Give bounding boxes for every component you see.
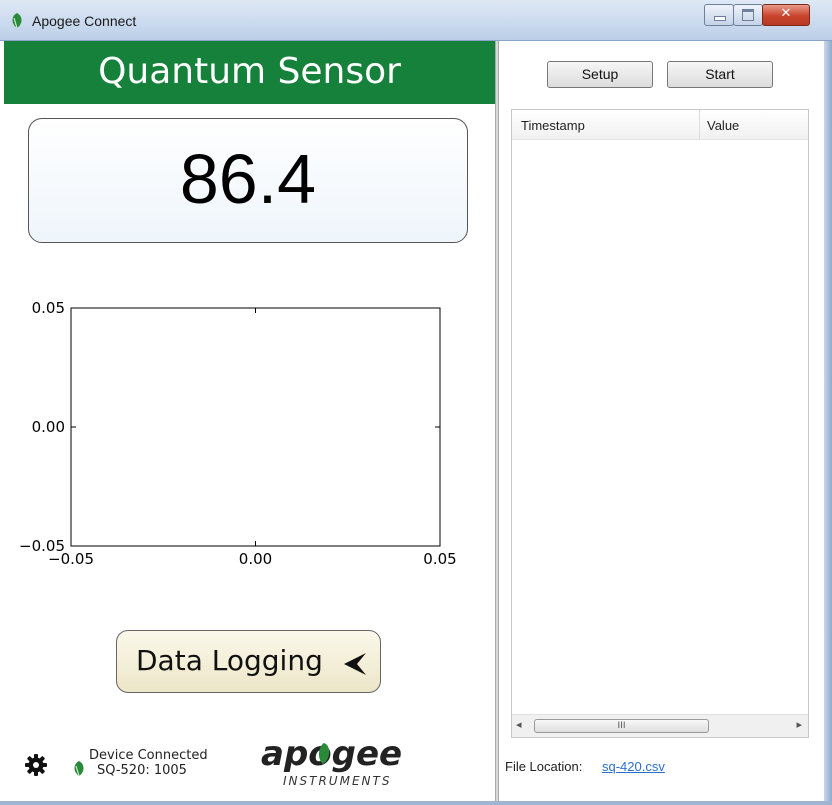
file-location-label: File Location: (505, 759, 583, 774)
scroll-right-icon[interactable]: ▸ (796, 718, 802, 731)
scroll-thumb-grip: III (617, 721, 626, 731)
x-tick-label: 0.05 (423, 550, 456, 568)
right-pane: Setup Start Timestamp Value ◂ III ▸ File… (499, 41, 824, 801)
close-button[interactable]: ✕ (762, 4, 810, 26)
file-location-link[interactable]: sq-420.csv (602, 759, 665, 774)
leaf-icon (12, 13, 22, 29)
y-tick-label: 0.05 (32, 299, 65, 317)
maximize-icon (742, 9, 754, 21)
start-button[interactable]: Start (667, 61, 773, 88)
minimize-button[interactable] (704, 4, 734, 26)
device-id: SQ-520: 1005 (97, 763, 187, 778)
chart-plot-area (70, 307, 441, 547)
reading-value: 86.4 (179, 140, 317, 218)
device-status: Device Connected SQ-520: 1005 (89, 748, 208, 778)
maximize-button[interactable] (733, 4, 763, 26)
window-titlebar[interactable]: Apogee Connect ✕ (0, 0, 832, 41)
data-logging-label: Data Logging (136, 644, 323, 677)
sensor-banner: Quantum Sensor (4, 41, 495, 104)
leaf-icon (74, 761, 84, 777)
data-table[interactable]: Timestamp Value ◂ III ▸ (511, 109, 809, 738)
sensor-title: Quantum Sensor (98, 51, 401, 92)
y-tick-label: 0.00 (32, 418, 65, 436)
left-pane: Quantum Sensor 86.4 −0.05 0.00 0.05 0.05 0.0… (4, 41, 495, 801)
scroll-thumb[interactable]: III (534, 719, 709, 733)
logo-subtitle: INSTRUMENTS (283, 774, 391, 788)
y-tick-label: −0.05 (19, 537, 65, 555)
minimize-icon (714, 16, 726, 21)
chart-svg: −0.05 0.00 0.050.050.00−0.05 (19, 299, 457, 568)
device-status-text: Device Connected (89, 748, 208, 763)
data-logging-button[interactable]: Data Logging (116, 630, 381, 693)
table-header: Timestamp Value (512, 110, 808, 140)
apogee-logo: apogee INSTRUMENTS (261, 734, 402, 788)
gear-icon[interactable] (24, 753, 48, 777)
window-bottom-border (0, 801, 832, 805)
setup-button[interactable]: Setup (547, 61, 653, 88)
horizontal-scrollbar[interactable]: ◂ III ▸ (512, 714, 808, 737)
column-header-value[interactable]: Value (707, 118, 739, 133)
scroll-left-icon[interactable]: ◂ (516, 718, 522, 731)
window-title: Apogee Connect (32, 13, 137, 29)
close-icon: ✕ (780, 6, 792, 21)
logo-wordmark: apogee (261, 734, 402, 774)
reading-display: 86.4 (28, 118, 468, 243)
column-separator[interactable] (699, 110, 700, 139)
window-right-border (824, 41, 832, 805)
x-tick-label: 0.00 (239, 550, 272, 568)
sensor-chart: −0.05 0.00 0.05 0.05 0.00 −0.05 (4, 281, 495, 581)
column-header-timestamp[interactable]: Timestamp (521, 118, 585, 133)
arrow-left-icon (344, 653, 366, 675)
